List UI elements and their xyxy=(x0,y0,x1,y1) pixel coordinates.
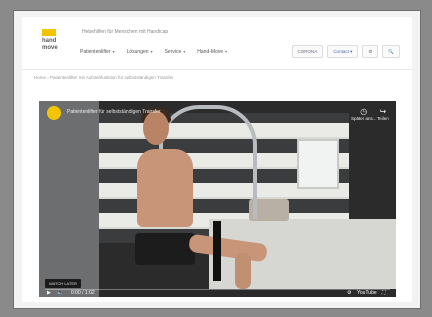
share-button[interactable]: ↪ Teilen xyxy=(377,107,389,121)
share-icon: ↪ xyxy=(379,107,387,116)
contact-label: Contact xyxy=(333,49,349,54)
logo-text-line1: hand xyxy=(42,38,57,44)
settings-gear-icon[interactable]: ⚙ xyxy=(362,45,379,58)
volume-icon[interactable]: 🔈 xyxy=(57,289,63,297)
nav-item-label: Hand-Move xyxy=(197,49,224,55)
nav-item-hand-move[interactable]: Hand-Move ▾ xyxy=(197,49,227,59)
nav-item-label: Service xyxy=(164,49,182,55)
video-scene-person-head xyxy=(143,111,169,145)
logo-text-line2: move xyxy=(42,45,58,51)
video-scene-window xyxy=(297,139,339,189)
channel-avatar[interactable] xyxy=(47,106,61,120)
nav-item-label: Patientenlifter xyxy=(80,49,111,55)
search-icon[interactable]: 🔍 xyxy=(382,45,400,58)
play-icon[interactable]: ▶ xyxy=(47,289,51,297)
breadcrumb[interactable]: Home › Patientenlifter mit Aufstehfunkti… xyxy=(34,75,174,80)
video-progress-bar[interactable] xyxy=(45,289,390,290)
main-nav: Patientenlifter ▾ Lösungen ▾ Service ▾ Hand… xyxy=(80,49,227,59)
watch-later-chip[interactable]: WATCH LATER xyxy=(45,279,81,288)
fullscreen-icon[interactable]: ⛶ xyxy=(382,289,386,297)
hand-move-logo[interactable]: hand move xyxy=(42,29,68,55)
site-tagline: Hebehilfen für Menschen mit Handicap xyxy=(82,29,169,35)
chevron-down-icon: ▾ xyxy=(150,49,153,54)
share-label: Teilen xyxy=(377,116,389,121)
youtube-logo[interactable]: YouTube xyxy=(357,289,377,297)
nav-item-label: Lösungen xyxy=(126,49,149,55)
nav-item-service[interactable]: Service ▾ xyxy=(165,49,186,59)
corona-button[interactable]: CORONA xyxy=(291,45,324,58)
web-page: hand move Hebehilfen für Menschen mit Ha… xyxy=(22,17,412,302)
site-header: hand move Hebehilfen für Menschen mit Ha… xyxy=(22,17,412,65)
video-scene-person-shin xyxy=(235,253,251,289)
settings-gear-icon[interactable]: ⚙ xyxy=(347,289,351,297)
video-scene-person-torso xyxy=(137,149,193,227)
screenshot-frame: hand move Hebehilfen für Menschen mit Ha… xyxy=(13,10,421,309)
clock-icon: ◷ xyxy=(360,107,368,116)
chevron-down-icon: ▾ xyxy=(183,49,186,54)
nav-item-patientenlifter[interactable]: Patientenlifter ▾ xyxy=(80,49,115,59)
header-divider xyxy=(22,69,412,70)
watch-later-button[interactable]: ◷ Später ans... xyxy=(351,107,377,121)
video-scene-person-shorts xyxy=(135,233,195,265)
header-actions: CORONA Contact ▾ ⚙ 🔍 xyxy=(291,45,400,58)
watch-later-label: Später ans... xyxy=(351,116,377,121)
video-time: 0:00 / 1:02 xyxy=(71,290,95,296)
chevron-down-icon: ▾ xyxy=(112,49,115,54)
logo-hand-mark-icon xyxy=(42,29,56,36)
youtube-video-player[interactable]: Patientenlifter für selbstständigen Tran… xyxy=(39,101,396,297)
nav-item-loesungen[interactable]: Lösungen ▾ xyxy=(127,49,153,59)
chevron-down-icon: ▾ xyxy=(225,49,228,54)
contact-button[interactable]: Contact ▾ xyxy=(327,45,359,58)
video-title[interactable]: Patientenlifter für selbstständigen Tran… xyxy=(67,109,161,115)
video-scene-lift-pole xyxy=(213,221,221,281)
video-scene-wall xyxy=(39,101,99,297)
